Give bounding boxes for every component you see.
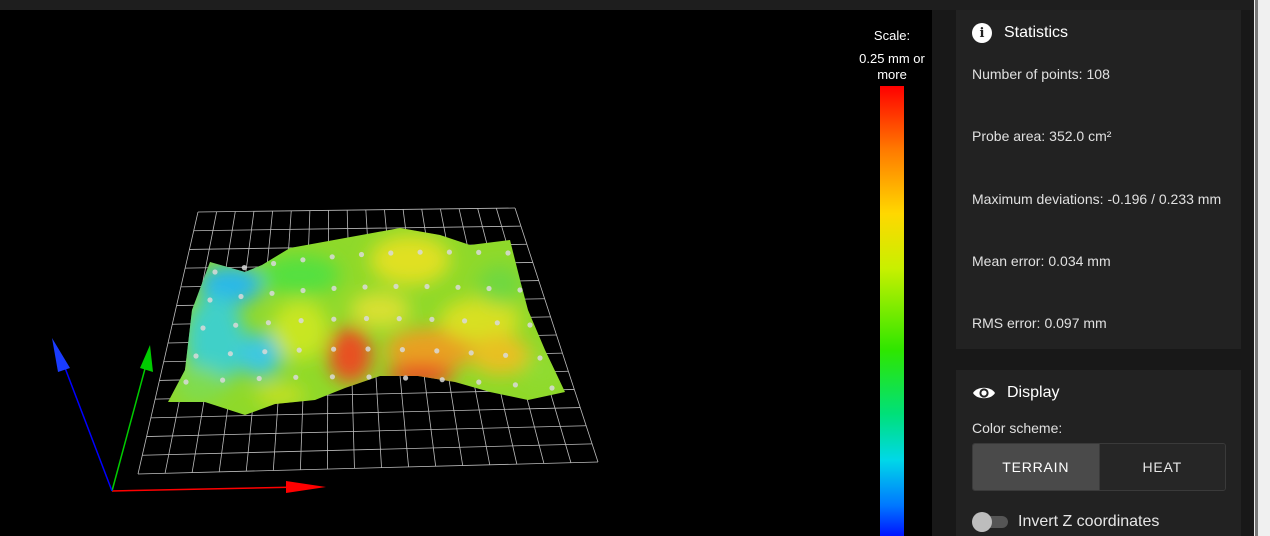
stat-max-deviations: Maximum deviations: -0.196 / 0.233 mm — [972, 191, 1222, 207]
y-axis-arrow — [140, 345, 153, 372]
probe-point — [358, 251, 365, 258]
probe-point — [476, 249, 482, 255]
y-axis-line — [111, 364, 147, 492]
heat-button[interactable]: HEAT — [1098, 444, 1225, 490]
probe-point — [362, 284, 368, 290]
probe-point — [262, 349, 268, 355]
probe-point — [207, 297, 213, 303]
probe-point — [403, 375, 409, 381]
probe-point — [331, 346, 337, 352]
grid-line — [137, 461, 599, 475]
heightmap-3d-view[interactable] — [0, 10, 932, 536]
scrollbar-thumb[interactable] — [1255, 0, 1258, 536]
grid-line — [193, 225, 521, 232]
probe-point — [296, 347, 302, 353]
probe-point — [494, 320, 500, 326]
stat-number-of-points: Number of points: 108 — [972, 66, 1110, 82]
eye-icon — [973, 387, 995, 399]
probe-point — [527, 322, 533, 328]
color-scale-bar — [880, 86, 904, 536]
probe-point — [265, 320, 271, 326]
probe-point — [329, 254, 335, 260]
toggle-knob — [972, 512, 992, 532]
probe-point — [183, 379, 189, 385]
probe-point — [193, 353, 199, 359]
statistics-panel: i Statistics Number of points: 108 Probe … — [956, 10, 1241, 349]
probe-point — [331, 316, 337, 322]
probe-point — [399, 347, 405, 353]
grid-line — [146, 425, 587, 437]
stat-rms-error: RMS error: 0.097 mm — [972, 315, 1107, 331]
probe-point — [468, 350, 474, 356]
probe-point — [300, 287, 306, 294]
terrain-button[interactable]: TERRAIN — [973, 444, 1099, 490]
probe-point — [434, 348, 440, 354]
probe-point — [212, 269, 218, 275]
probe-point — [331, 285, 337, 291]
probe-point — [200, 325, 206, 331]
color-scheme-label: Color scheme: — [972, 420, 1063, 436]
probe-point — [300, 257, 306, 263]
probe-point — [329, 374, 335, 380]
probe-point — [417, 249, 423, 255]
probe-point — [393, 283, 399, 289]
probe-point — [227, 351, 233, 357]
info-icon: i — [972, 23, 992, 43]
statistics-header: i Statistics — [972, 23, 1068, 43]
probe-point — [298, 318, 304, 324]
display-title: Display — [1007, 384, 1060, 401]
invert-z-toggle[interactable] — [972, 512, 1010, 532]
grid-line — [142, 443, 593, 456]
probe-point — [517, 287, 523, 293]
probe-point — [396, 316, 402, 322]
probe-point — [293, 374, 299, 380]
x-axis-line — [111, 486, 301, 492]
probe-point — [424, 283, 430, 290]
probe-point — [512, 382, 519, 388]
probe-point — [429, 316, 435, 322]
stat-probe-area: Probe area: 352.0 cm² — [972, 128, 1112, 144]
x-axis-arrow — [286, 481, 326, 493]
probe-point — [363, 315, 370, 322]
invert-z-label: Invert Z coordinates — [1018, 513, 1160, 530]
probe-point — [446, 249, 452, 255]
color-scheme-toggle-group: TERRAIN HEAT — [972, 443, 1226, 491]
probe-point — [476, 379, 482, 385]
z-axis-line — [61, 359, 113, 492]
scale-label: Scale: — [873, 28, 911, 43]
grid-line — [150, 407, 581, 419]
probe-point — [256, 375, 262, 382]
z-axis-arrow — [52, 338, 70, 372]
probe-point — [537, 355, 543, 361]
probe-point — [233, 322, 239, 328]
probe-point — [241, 265, 247, 271]
probe-point — [455, 284, 461, 290]
probe-point — [366, 374, 372, 380]
stat-mean-error: Mean error: 0.034 mm — [972, 253, 1111, 269]
probe-point — [462, 318, 468, 324]
probe-point — [365, 346, 371, 352]
display-header: Display — [972, 383, 1059, 403]
probe-point — [238, 293, 244, 300]
statistics-title: Statistics — [1004, 24, 1069, 41]
probe-point — [486, 285, 492, 292]
invert-z-row[interactable]: Invert Z coordinates — [972, 512, 1159, 532]
probe-point — [220, 377, 226, 383]
grid-line — [197, 207, 516, 213]
probe-point — [549, 385, 555, 391]
probe-point — [505, 250, 511, 256]
top-bar — [0, 0, 1254, 10]
display-panel: Display Color scheme: TERRAIN HEAT Inver… — [956, 370, 1241, 536]
probe-point — [439, 377, 445, 383]
probe-point — [388, 250, 394, 256]
probe-point — [503, 352, 509, 358]
probe-point — [269, 290, 275, 296]
scale-value: 0.25 mm or more — [859, 51, 925, 82]
probe-point — [271, 260, 277, 267]
heightmap-viewport[interactable]: Scale: 0.25 mm or more — [0, 10, 932, 536]
